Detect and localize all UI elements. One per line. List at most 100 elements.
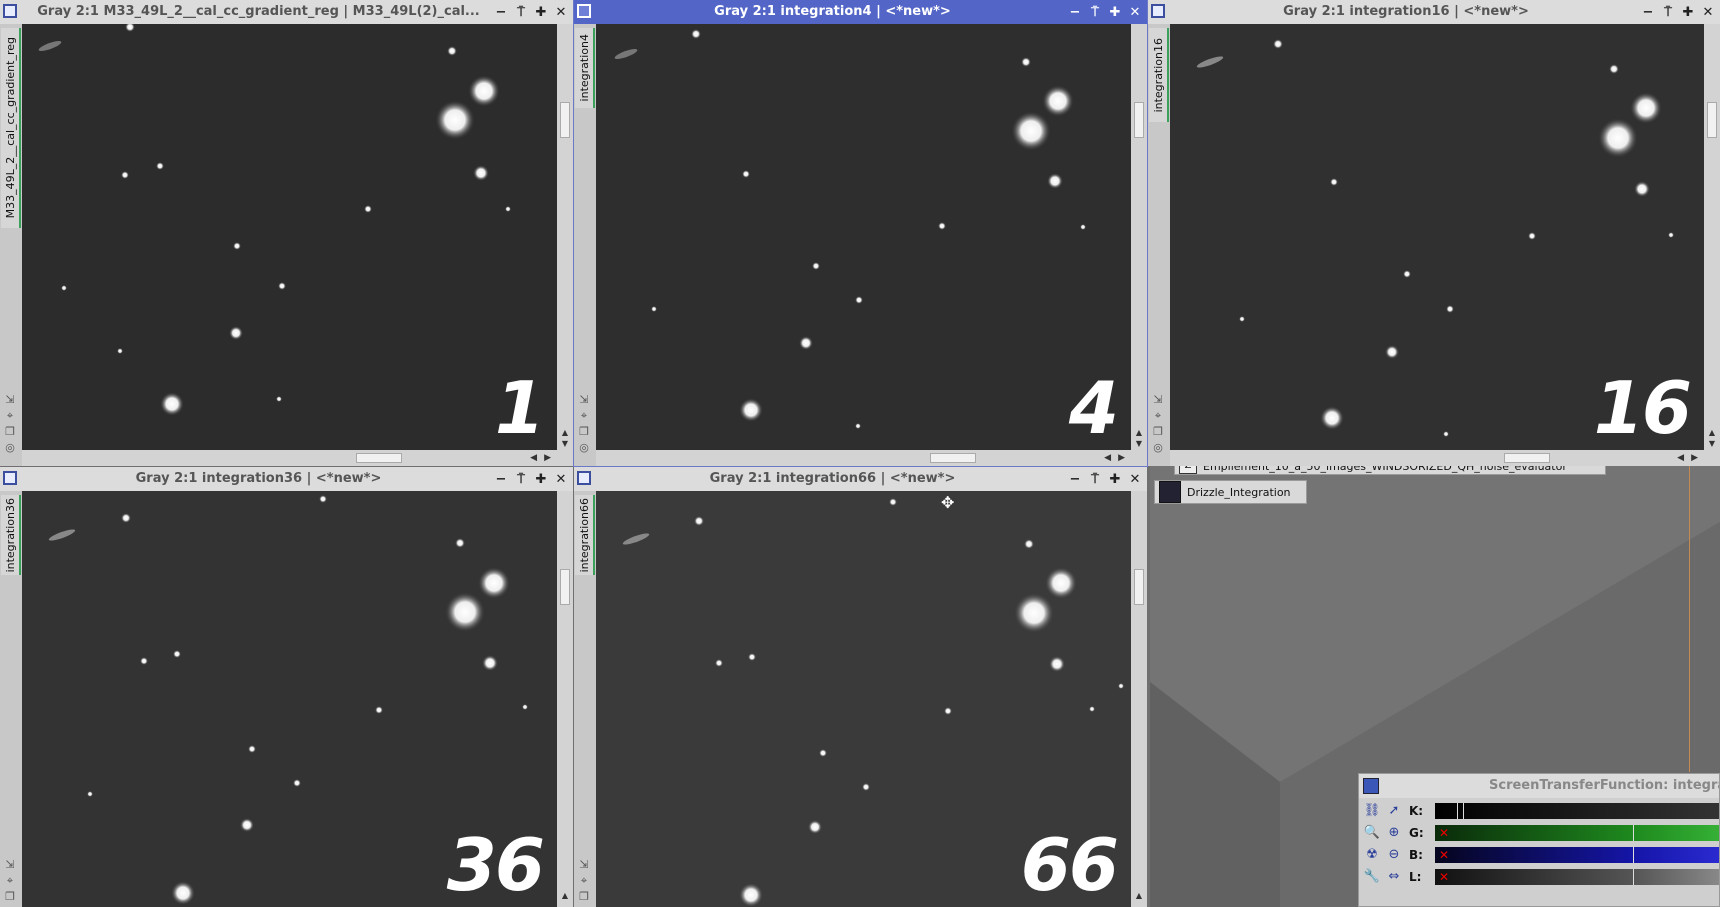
scroll-up-icon[interactable]: ▲ bbox=[557, 891, 573, 901]
close-button[interactable]: ✕ bbox=[551, 472, 571, 487]
scroll-up-icon[interactable]: ▲ bbox=[1131, 428, 1147, 438]
shade-button[interactable]: ⍑ bbox=[511, 5, 531, 20]
image-window[interactable]: Gray 2:1 integration36 | <*new*> − ⍑ ✚ ✕… bbox=[0, 467, 573, 907]
image-viewport[interactable]: 1 bbox=[22, 24, 557, 450]
close-button[interactable]: ✕ bbox=[1125, 472, 1145, 487]
maximize-button[interactable]: ✚ bbox=[1678, 5, 1698, 20]
link-icon[interactable]: ⛓ bbox=[1363, 802, 1381, 820]
image-window[interactable]: Gray 2:1 integration4 | <*new*> − ⍑ ✚ ✕ … bbox=[573, 0, 1148, 467]
scroll-thumb[interactable] bbox=[1504, 453, 1550, 463]
image-viewport[interactable]: 36 bbox=[22, 491, 557, 907]
stf-slider-l[interactable]: ✕ bbox=[1435, 869, 1719, 885]
window-menu-icon[interactable] bbox=[3, 4, 17, 18]
scroll-thumb[interactable] bbox=[1134, 102, 1144, 138]
horizontal-scrollbar[interactable]: ◀ ▶ bbox=[22, 450, 557, 466]
view-tab[interactable]: integration4 bbox=[575, 28, 595, 108]
window-titlebar[interactable]: Gray 2:1 integration36 | <*new*> − ⍑ ✚ ✕ bbox=[0, 467, 573, 491]
image-window[interactable]: Gray 2:1 M33_49L_2__cal_cc_gradient_reg … bbox=[0, 0, 573, 466]
pointer-icon[interactable]: ➚ bbox=[1385, 802, 1403, 820]
shade-button[interactable]: ⍑ bbox=[1085, 472, 1105, 487]
scroll-thumb[interactable] bbox=[930, 453, 976, 463]
scroll-thumb[interactable] bbox=[356, 453, 402, 463]
close-button[interactable]: ✕ bbox=[1698, 5, 1718, 20]
minimize-button[interactable]: − bbox=[491, 472, 511, 487]
scroll-thumb[interactable] bbox=[1707, 102, 1717, 138]
shade-button[interactable]: ⍑ bbox=[1085, 5, 1105, 20]
horizontal-arrows-icon[interactable]: ⇔ bbox=[1385, 868, 1403, 886]
pin-icon[interactable]: ⇲ bbox=[4, 859, 16, 871]
pin-icon[interactable]: ⇲ bbox=[578, 859, 590, 871]
horizontal-scrollbar[interactable]: ◀ ▶ bbox=[1170, 450, 1704, 466]
close-button[interactable]: ✕ bbox=[1125, 5, 1145, 20]
image-viewport[interactable]: 16 bbox=[1170, 24, 1704, 450]
scroll-right-icon[interactable]: ▶ bbox=[544, 450, 551, 466]
zoom-out-icon[interactable]: ⊖ bbox=[1385, 846, 1403, 864]
close-button[interactable]: ✕ bbox=[551, 5, 571, 20]
pin-icon[interactable]: ⇲ bbox=[578, 394, 590, 406]
view-tab[interactable]: integration66 bbox=[575, 495, 595, 575]
shade-button[interactable]: ⍑ bbox=[1658, 5, 1678, 20]
crosshair-icon[interactable]: ⌖ bbox=[578, 875, 590, 887]
crosshair-icon[interactable]: ⌖ bbox=[578, 410, 590, 422]
pin-icon[interactable]: ⇲ bbox=[4, 394, 16, 406]
image-window[interactable]: Gray 2:1 integration66 | <*new*> − ⍑ ✚ ✕… bbox=[574, 467, 1147, 907]
window-titlebar[interactable]: Gray 2:1 integration16 | <*new*> − ⍑ ✚ ✕ bbox=[1148, 0, 1720, 24]
window-titlebar[interactable]: Gray 2:1 integration4 | <*new*> − ⍑ ✚ ✕ bbox=[574, 0, 1147, 24]
crosshair-icon[interactable]: ⌖ bbox=[4, 410, 16, 422]
image-viewport[interactable]: 4 bbox=[596, 24, 1131, 450]
maximize-button[interactable]: ✚ bbox=[1105, 5, 1125, 20]
crosshair-icon[interactable]: ⌖ bbox=[4, 875, 16, 887]
copy-icon[interactable]: ❐ bbox=[1152, 426, 1164, 438]
copy-icon[interactable]: ❐ bbox=[578, 891, 590, 903]
window-menu-icon[interactable] bbox=[1363, 778, 1379, 794]
pin-icon[interactable]: ⇲ bbox=[1152, 394, 1164, 406]
window-titlebar[interactable]: Gray 2:1 M33_49L_2__cal_cc_gradient_reg … bbox=[0, 0, 573, 24]
auto-stretch-icon[interactable]: ☢ bbox=[1363, 846, 1381, 864]
stf-slider-k[interactable] bbox=[1435, 803, 1719, 819]
copy-icon[interactable]: ❐ bbox=[4, 891, 16, 903]
scroll-thumb[interactable] bbox=[1134, 569, 1144, 605]
desktop-process-icon[interactable]: Drizzle_Integration bbox=[1154, 480, 1307, 504]
horizontal-scrollbar[interactable]: ◀ ▶ bbox=[596, 450, 1131, 466]
window-menu-icon[interactable] bbox=[577, 471, 591, 485]
zoom-in-icon[interactable]: ⊕ bbox=[1385, 824, 1403, 842]
shade-button[interactable]: ⍑ bbox=[511, 472, 531, 487]
minimize-button[interactable]: − bbox=[1638, 5, 1658, 20]
window-menu-icon[interactable] bbox=[577, 4, 591, 18]
image-window[interactable]: Gray 2:1 integration16 | <*new*> − ⍑ ✚ ✕… bbox=[1148, 0, 1720, 466]
scroll-left-icon[interactable]: ◀ bbox=[530, 450, 537, 466]
wrench-icon[interactable]: 🔧 bbox=[1363, 868, 1381, 886]
zoom-icon[interactable]: 🔍 bbox=[1363, 824, 1381, 842]
scroll-right-icon[interactable]: ▶ bbox=[1118, 450, 1125, 466]
crosshair-icon[interactable]: ⌖ bbox=[1152, 410, 1164, 422]
minimize-button[interactable]: − bbox=[491, 5, 511, 20]
scroll-thumb[interactable] bbox=[560, 569, 570, 605]
maximize-button[interactable]: ✚ bbox=[531, 472, 551, 487]
vertical-scrollbar[interactable]: ▲ ▼ bbox=[557, 24, 573, 450]
target-icon[interactable]: ◎ bbox=[1152, 442, 1164, 454]
scroll-down-icon[interactable]: ▼ bbox=[1704, 439, 1720, 449]
scroll-up-icon[interactable]: ▲ bbox=[1704, 428, 1720, 438]
minimize-button[interactable]: − bbox=[1065, 5, 1085, 20]
copy-icon[interactable]: ❐ bbox=[4, 426, 16, 438]
target-icon[interactable]: ◎ bbox=[578, 442, 590, 454]
window-titlebar[interactable]: Gray 2:1 integration66 | <*new*> − ⍑ ✚ ✕ bbox=[574, 467, 1147, 491]
minimize-button[interactable]: − bbox=[1065, 472, 1085, 487]
scroll-up-icon[interactable]: ▲ bbox=[1131, 891, 1147, 901]
target-icon[interactable]: ◎ bbox=[4, 442, 16, 454]
scroll-right-icon[interactable]: ▶ bbox=[1691, 450, 1698, 466]
stf-title[interactable]: ScreenTransferFunction: integratio bbox=[1359, 774, 1719, 798]
maximize-button[interactable]: ✚ bbox=[1105, 472, 1125, 487]
view-tab[interactable]: integration16 bbox=[1149, 28, 1169, 122]
vertical-scrollbar[interactable]: ▲ ▼ bbox=[1131, 24, 1147, 450]
image-viewport[interactable]: 66 bbox=[596, 491, 1131, 907]
screen-transfer-function-panel[interactable]: ScreenTransferFunction: integratio ⛓ ➚ K… bbox=[1358, 773, 1720, 907]
vertical-scrollbar[interactable]: ▲ bbox=[557, 491, 573, 907]
scroll-up-icon[interactable]: ▲ bbox=[557, 428, 573, 438]
view-tab[interactable]: integration36 bbox=[1, 495, 21, 575]
stf-slider-g[interactable]: ✕ bbox=[1435, 825, 1719, 841]
stf-slider-b[interactable]: ✕ bbox=[1435, 847, 1719, 863]
scroll-left-icon[interactable]: ◀ bbox=[1104, 450, 1111, 466]
vertical-scrollbar[interactable]: ▲ bbox=[1131, 491, 1147, 907]
scroll-left-icon[interactable]: ◀ bbox=[1677, 450, 1684, 466]
